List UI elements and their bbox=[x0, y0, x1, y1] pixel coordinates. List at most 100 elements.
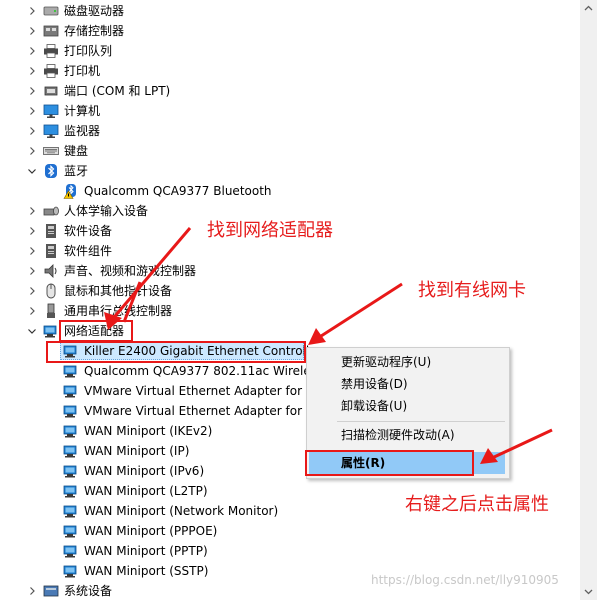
device-category-label: 存储控制器 bbox=[64, 24, 125, 38]
device-category-label: 软件设备 bbox=[64, 224, 113, 238]
device-item-label: WAN Miniport (Network Monitor) bbox=[84, 504, 279, 518]
device-category-label: 系统设备 bbox=[64, 584, 113, 598]
chevron-right-icon[interactable] bbox=[26, 65, 38, 77]
chevron-right-icon[interactable] bbox=[26, 85, 38, 97]
device-category-label: 软件组件 bbox=[64, 244, 113, 258]
chevron-right-icon[interactable] bbox=[26, 25, 38, 37]
chevron-right-icon[interactable] bbox=[26, 5, 38, 17]
device-item[interactable]: WAN Miniport (PPPOE) bbox=[0, 521, 580, 541]
network-adapter-icon bbox=[63, 425, 77, 438]
network-adapter-icon bbox=[63, 365, 77, 378]
device-category-label: 计算机 bbox=[64, 104, 101, 118]
device-category-label: 打印机 bbox=[64, 64, 101, 78]
device-category[interactable]: 磁盘驱动器 bbox=[0, 1, 580, 21]
device-category-label: 键盘 bbox=[64, 144, 89, 158]
port-icon bbox=[44, 86, 58, 96]
vertical-scrollbar[interactable] bbox=[580, 0, 597, 600]
network-adapter-icon bbox=[43, 325, 57, 338]
network-adapter-icon bbox=[63, 485, 77, 498]
device-category-label: 人体学输入设备 bbox=[64, 204, 149, 218]
watermark: https://blog.csdn.net/lly910905 bbox=[371, 573, 559, 587]
chevron-right-icon[interactable] bbox=[26, 145, 38, 157]
network-adapter-icon bbox=[63, 565, 77, 578]
chevron-right-icon[interactable] bbox=[26, 305, 38, 317]
menu-item-uninstall-device[interactable]: 卸载设备(U) bbox=[341, 395, 407, 417]
bluetooth-icon bbox=[45, 164, 57, 178]
device-manager-window: 磁盘驱动器存储控制器打印队列打印机端口 (COM 和 LPT) 计算机监视器键盘蓝… bbox=[0, 0, 597, 600]
system-device-icon bbox=[43, 585, 59, 597]
device-category-label: 端口 (COM 和 LPT) bbox=[64, 84, 171, 98]
chevron-right-icon[interactable] bbox=[26, 245, 38, 257]
disk-drive-icon bbox=[43, 6, 59, 16]
device-category-label: 鼠标和其他指针设备 bbox=[64, 284, 173, 298]
device-category-label: 打印队列 bbox=[64, 44, 113, 58]
device-category-label: 监视器 bbox=[64, 124, 101, 138]
menu-separator bbox=[337, 421, 505, 422]
device-item-label: Qualcomm QCA9377 Bluetooth bbox=[84, 184, 272, 198]
printer-icon bbox=[44, 64, 58, 78]
annotation-find-network-adapter: 找到网络适配器 bbox=[207, 220, 333, 241]
usb-icon bbox=[47, 303, 55, 318]
device-item-label: WAN Miniport (L2TP) bbox=[84, 484, 208, 498]
device-category[interactable]: 存储控制器 bbox=[0, 21, 580, 41]
hid-icon bbox=[43, 206, 59, 216]
menu-item-update-driver[interactable]: 更新驱动程序(U) bbox=[341, 351, 431, 373]
annotation-right-click-properties: 右键之后点击属性 bbox=[405, 494, 549, 515]
chevron-down-icon[interactable] bbox=[26, 165, 38, 177]
software-device-icon bbox=[46, 224, 56, 238]
keyboard-icon bbox=[43, 147, 59, 155]
chevron-right-icon[interactable] bbox=[26, 225, 38, 237]
menu-item-scan-hardware[interactable]: 扫描检测硬件改动(A) bbox=[341, 424, 455, 446]
device-category[interactable]: 端口 (COM 和 LPT) bbox=[0, 81, 580, 101]
monitor-icon bbox=[43, 124, 59, 138]
chevron-right-icon[interactable] bbox=[26, 45, 38, 57]
annotation-find-wired-nic: 找到有线网卡 bbox=[418, 280, 526, 301]
device-item-label: WAN Miniport (PPTP) bbox=[84, 544, 208, 558]
chevron-right-icon[interactable] bbox=[26, 285, 38, 297]
scroll-up-arrow-icon[interactable] bbox=[580, 0, 597, 17]
bluetooth-warning-icon bbox=[63, 184, 76, 199]
chevron-right-icon[interactable] bbox=[26, 205, 38, 217]
software-component-icon bbox=[46, 244, 56, 258]
chevron-right-icon[interactable] bbox=[26, 105, 38, 117]
network-adapter-icon bbox=[63, 545, 77, 558]
network-adapter-icon bbox=[63, 505, 77, 518]
network-adapter-icon bbox=[63, 525, 77, 538]
device-category[interactable]: 打印队列 bbox=[0, 41, 580, 61]
device-item-label: WAN Miniport (PPPOE) bbox=[84, 524, 218, 538]
device-item-label: WAN Miniport (IPv6) bbox=[84, 464, 205, 478]
device-category[interactable]: 监视器 bbox=[0, 121, 580, 141]
menu-item-disable-device[interactable]: 禁用设备(D) bbox=[341, 373, 408, 395]
device-category-label: 声音、视频和游戏控制器 bbox=[64, 264, 197, 278]
highlight-box-ethernet-controller bbox=[46, 341, 306, 363]
chevron-right-icon[interactable] bbox=[26, 265, 38, 277]
computer-icon bbox=[43, 104, 59, 118]
device-category-label: 磁盘驱动器 bbox=[64, 4, 125, 18]
device-category[interactable]: 键盘 bbox=[0, 141, 580, 161]
scroll-down-arrow-icon[interactable] bbox=[580, 583, 597, 600]
printer-icon bbox=[44, 44, 58, 58]
mouse-icon bbox=[46, 283, 56, 299]
chevron-down-icon[interactable] bbox=[26, 325, 38, 337]
device-item-label: WAN Miniport (IP) bbox=[84, 444, 190, 458]
network-adapter-icon bbox=[63, 385, 77, 398]
chevron-right-icon[interactable] bbox=[26, 125, 38, 137]
highlight-box-network-adapters bbox=[59, 320, 133, 342]
speaker-icon bbox=[44, 264, 57, 278]
device-category-label: 通用串行总线控制器 bbox=[64, 304, 173, 318]
device-category[interactable]: 计算机 bbox=[0, 101, 580, 121]
device-item-label: WAN Miniport (SSTP) bbox=[84, 564, 209, 578]
storage-controller-icon bbox=[43, 25, 59, 37]
network-adapter-icon bbox=[63, 465, 77, 478]
device-item-label: WAN Miniport (IKEv2) bbox=[84, 424, 213, 438]
device-category[interactable]: 通用串行总线控制器 bbox=[0, 301, 580, 321]
device-item[interactable]: Qualcomm QCA9377 Bluetooth bbox=[0, 181, 580, 201]
device-category[interactable]: 打印机 bbox=[0, 61, 580, 81]
device-category[interactable]: 软件组件 bbox=[0, 241, 580, 261]
chevron-right-icon[interactable] bbox=[26, 585, 38, 597]
device-item[interactable]: WAN Miniport (PPTP) bbox=[0, 541, 580, 561]
network-adapter-icon bbox=[63, 405, 77, 418]
device-category-label: 蓝牙 bbox=[64, 164, 89, 178]
device-category[interactable]: 蓝牙 bbox=[0, 161, 580, 181]
network-adapter-icon bbox=[63, 445, 77, 458]
